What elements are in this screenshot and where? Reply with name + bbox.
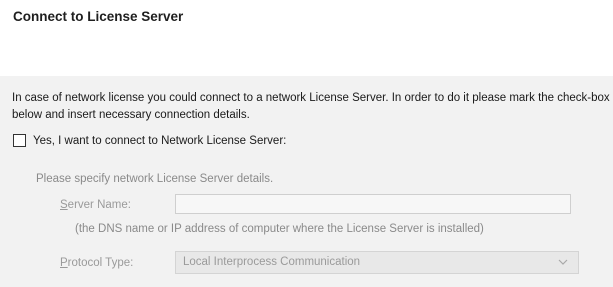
chevron-down-icon: [558, 259, 568, 265]
content-panel: In case of network license you could con…: [0, 76, 613, 287]
protocol-type-select[interactable]: Local Interprocess Communication: [175, 251, 579, 274]
network-license-checkbox[interactable]: [13, 134, 26, 147]
network-license-checkbox-label[interactable]: Yes, I want to connect to Network Licens…: [33, 135, 286, 147]
header-panel: Connect to License Server: [0, 0, 613, 76]
protocol-type-value: Local Interprocess Communication: [183, 256, 361, 268]
server-details-hint: Please specify network License Server de…: [36, 173, 274, 185]
network-license-checkbox-row[interactable]: Yes, I want to connect to Network Licens…: [13, 134, 286, 147]
protocol-type-label: Protocol Type:: [60, 257, 133, 269]
page-title: Connect to License Server: [13, 9, 184, 24]
protocol-type-label-text: rotocol Type:: [67, 257, 134, 269]
server-name-note: (the DNS name or IP address of computer …: [75, 223, 484, 235]
server-name-access-key: S: [60, 199, 68, 211]
description-text: In case of network license you could con…: [12, 92, 610, 121]
protocol-type-access-key: P: [60, 257, 68, 269]
server-name-input[interactable]: [175, 194, 571, 214]
server-name-label-text: erver Name:: [67, 199, 131, 211]
server-name-label: Server Name:: [60, 199, 131, 211]
